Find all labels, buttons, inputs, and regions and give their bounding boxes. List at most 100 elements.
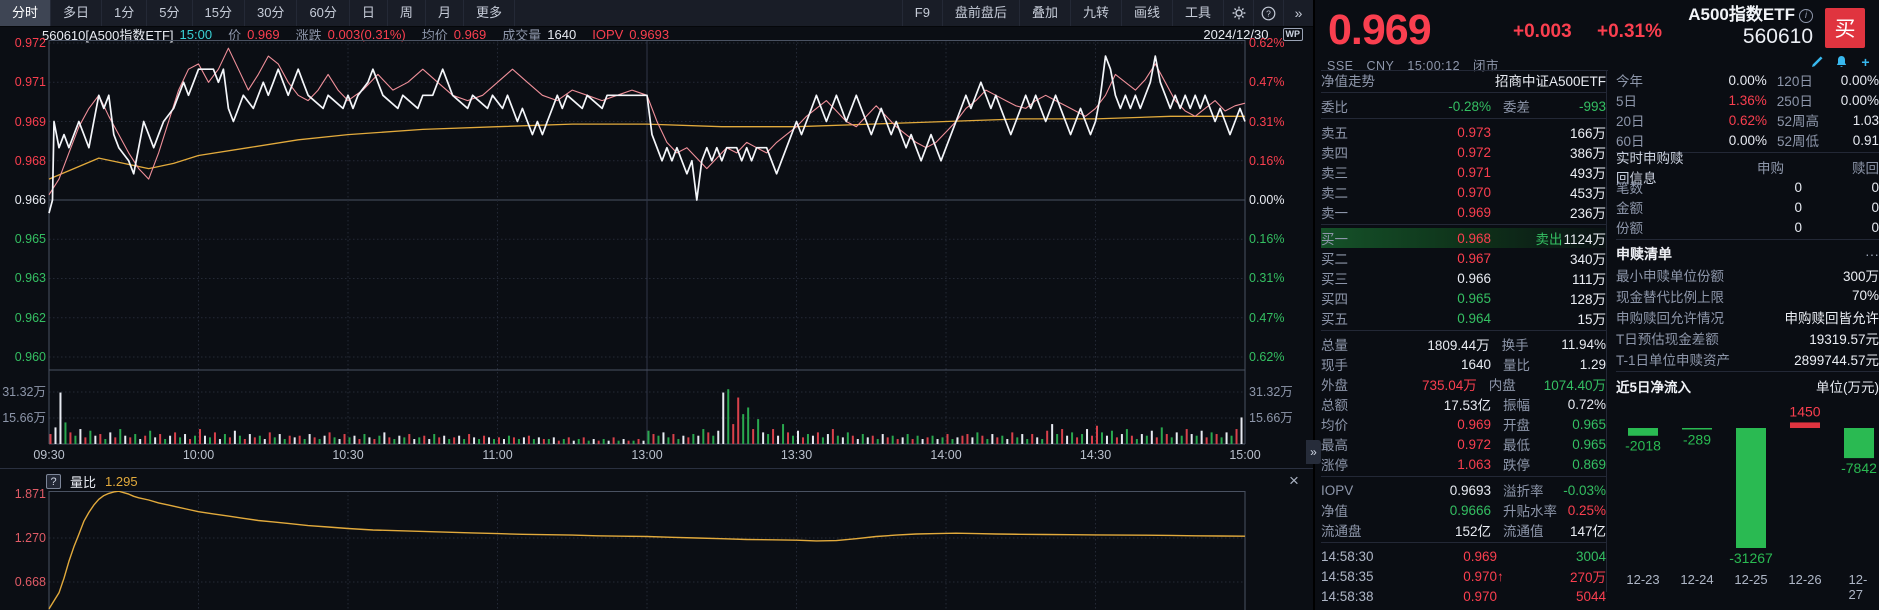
price-change: +0.003 (1513, 21, 1572, 42)
liangbi-value: 1.295 (105, 474, 138, 489)
stat-row: 最高 0.972 最低 0.965 (1321, 434, 1606, 454)
flow-chart-canvas: -2018 -289 -31267 1450 -7842 (1625, 403, 1877, 566)
stat-value: 0.965 (1572, 416, 1606, 432)
tab-月[interactable]: 月 (426, 0, 464, 26)
bid-row[interactable]: 买五 0.964 15万 (1321, 308, 1606, 328)
separator (1616, 371, 1879, 372)
tab-1分[interactable]: 1分 (102, 0, 148, 26)
ask-row[interactable]: 卖四 0.972 386万 (1321, 142, 1606, 162)
add-watchlist-icon[interactable]: + (1858, 54, 1873, 70)
subscribe-label: 份额 (1616, 221, 1643, 236)
tab-5分[interactable]: 5分 (147, 0, 193, 26)
toolbar-button-画线[interactable]: 画线 (1120, 0, 1172, 26)
ask-row[interactable]: 卖二 0.970 453万 (1321, 182, 1606, 202)
svg-text:?: ? (1266, 8, 1271, 18)
subscribe-value: 0 (1871, 179, 1879, 195)
settings-gear-icon[interactable] (1223, 0, 1253, 26)
more-chevrons-icon[interactable]: » (1283, 0, 1313, 26)
tab-15分[interactable]: 15分 (193, 0, 245, 26)
tape-time: 14:58:30 (1321, 548, 1374, 564)
help-icon[interactable]: ? (1253, 0, 1283, 26)
performance-row: 今年 0.00% 120日 0.00% (1616, 70, 1879, 90)
intraday-chart-canvas[interactable] (0, 40, 1313, 470)
stat-label: 外盘 (1321, 378, 1348, 393)
bid-row[interactable]: 买三 0.966 111万 (1321, 268, 1606, 288)
toolbar-button-叠加[interactable]: 叠加 (1018, 0, 1070, 26)
percent-tick: 0.62% (1249, 349, 1285, 364)
quick-icons: + (1810, 54, 1873, 70)
time-tick-14:00: 14:00 (930, 448, 962, 462)
ask-row[interactable]: 卖三 0.971 493万 (1321, 162, 1606, 182)
liangbi-panel[interactable]: ? 量比 1.295 × 1.871 1.270 0.668 (0, 468, 1313, 610)
toolbar-button-F9[interactable]: F9 (901, 0, 942, 26)
volume-tick: 15.66万 (2, 411, 46, 425)
stat-value: 1809.44万 (1427, 338, 1490, 353)
intraday-chart[interactable]: 0.972 0.971 0.969 0.968 0.966 0.965 0.963 0.962… (0, 36, 1313, 470)
perf-label: 20日 (1616, 114, 1645, 129)
ask-price: 0.973 (1457, 124, 1491, 140)
quote-panel: 0.969 +0.003 +0.31% A500指数ETF i 560610 买 … (1313, 0, 1879, 610)
srlist-row: 申购赎回允许情况 申购赎回皆允许 (1616, 306, 1879, 327)
bid-row[interactable]: 买四 0.965 128万 (1321, 288, 1606, 308)
performance-row: 5日 1.36% 250日 0.00% (1616, 90, 1879, 110)
bid-price: 0.966 (1457, 270, 1491, 286)
ask-volume: 236万 (1569, 206, 1606, 221)
tape-quantity: 99万 (1511, 606, 1606, 610)
edit-icon[interactable] (1810, 54, 1825, 69)
alert-bell-icon[interactable] (1834, 54, 1849, 69)
subscribe-value: 0 (1794, 179, 1802, 195)
bid-row[interactable]: 买二 0.967 340万 (1321, 248, 1606, 268)
price-tick: 0.965 (14, 232, 46, 247)
price-tick: 0.966 (14, 193, 46, 207)
srlist-more-icon[interactable]: ··· (1865, 246, 1879, 262)
srlist-label: 最小申赎单位份额 (1616, 268, 1724, 284)
perf-value: 0.91 (1852, 132, 1879, 148)
tab-分时[interactable]: 分时 (0, 0, 52, 26)
liangbi-canvas[interactable] (0, 491, 1313, 610)
tab-更多[interactable]: 更多 (464, 0, 515, 26)
instrument-block: A500指数ETF i 560610 (1688, 4, 1813, 47)
ask-row[interactable]: 卖一 0.969 236万 (1321, 202, 1606, 222)
stat-label: 量比 (1503, 358, 1530, 373)
ask-label: 卖二 (1321, 186, 1348, 201)
fund-info-column: 今年 0.00% 120日 0.00% 5日 1.36% 250日 0.00% 20日 0.62%… (1606, 70, 1879, 602)
volume-tick: 31.32万 (2, 385, 46, 399)
tab-多日[interactable]: 多日 (51, 0, 103, 26)
percent-tick: 0.31% (1249, 271, 1285, 286)
instrument-name: A500指数ETF (1688, 5, 1795, 24)
stat-label: 流通值 (1503, 524, 1544, 539)
weibi-value: -0.28% (1448, 98, 1491, 114)
ask-label: 卖一 (1321, 206, 1348, 221)
bid-label: 买一 (1321, 232, 1348, 247)
stat-row: 流通盘 152亿 流通值 147亿 (1321, 520, 1606, 540)
bid-row[interactable]: 买一 0.968 卖出1124万 (1321, 228, 1606, 248)
tab-周[interactable]: 周 (388, 0, 426, 26)
buy-button[interactable]: 买 (1825, 8, 1865, 48)
tab-30分[interactable]: 30分 (245, 0, 298, 26)
percent-tick: 0.47% (1249, 310, 1285, 325)
liangbi-label[interactable]: 量比 (70, 472, 96, 491)
instrument-code: 560610 (1742, 25, 1813, 48)
tab-60分[interactable]: 60分 (297, 0, 350, 26)
liangbi-tick: 0.668 (14, 575, 46, 589)
volume-tick: 15.66万 (1249, 411, 1293, 425)
stat-label: 升贴水率 (1503, 504, 1557, 519)
tab-日[interactable]: 日 (350, 0, 388, 26)
panel-collapse-handle[interactable]: » (1306, 440, 1321, 464)
toolbar-button-盘前盘后[interactable]: 盘前盘后 (941, 0, 1019, 26)
close-icon[interactable]: × (1284, 471, 1304, 491)
toolbar-button-工具[interactable]: 工具 (1171, 0, 1223, 26)
info-icon[interactable]: i (1799, 9, 1813, 23)
tape-row: 14:58:30 0.969 3004 (1321, 546, 1606, 566)
stat-label: IOPV (1321, 482, 1354, 498)
flow-unit-label: 单位(万元) (1816, 379, 1879, 395)
ask-row[interactable]: 卖五 0.973 166万 (1321, 122, 1606, 142)
perf-value: 0.00% (1840, 72, 1879, 88)
time-tick-13:00: 13:00 (631, 448, 663, 462)
tape-quantity: 270万 (1569, 570, 1606, 585)
help-box-icon[interactable]: ? (46, 474, 61, 489)
separator (1321, 224, 1606, 225)
toolbar-button-九转[interactable]: 九转 (1069, 0, 1121, 26)
stat-value: 0.869 (1572, 456, 1606, 472)
stat-value: 0.9693 (1449, 482, 1491, 498)
